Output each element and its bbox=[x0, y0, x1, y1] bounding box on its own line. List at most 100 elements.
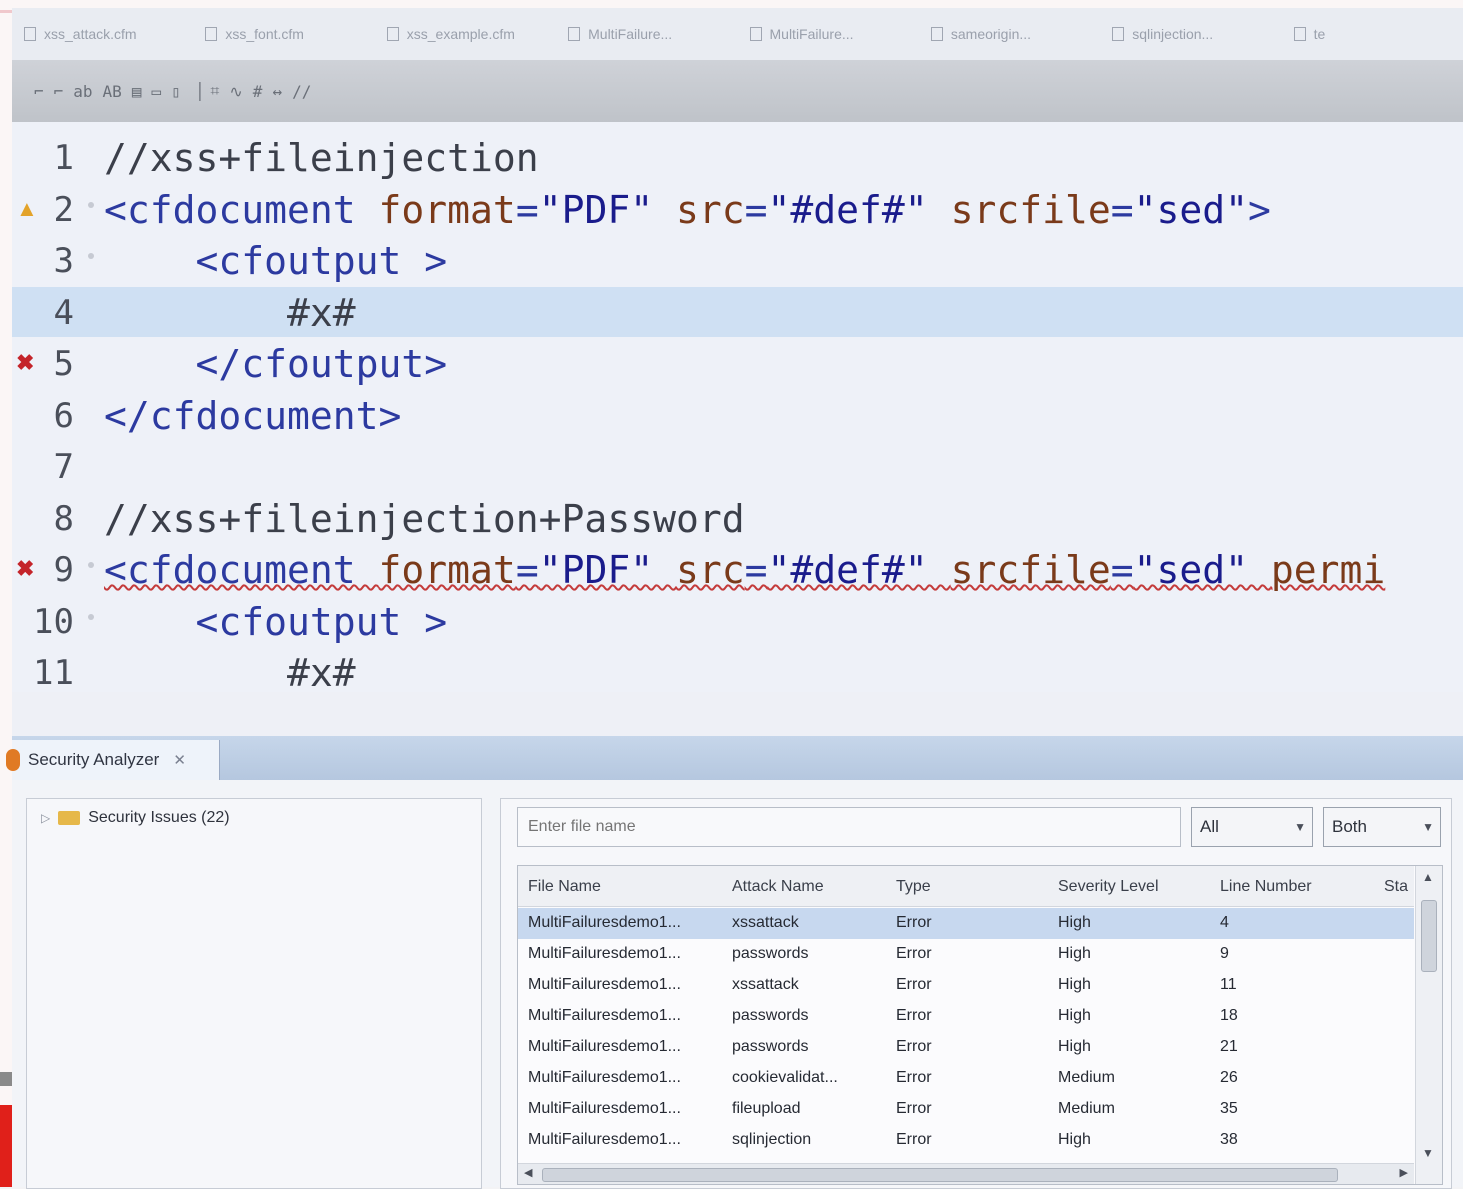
code-token: "#def#" bbox=[767, 548, 951, 592]
code-text: </cfoutput> bbox=[104, 342, 448, 386]
table-row[interactable]: MultiFailuresdemo1... xssattack Error High 1… bbox=[518, 970, 1414, 1001]
code-token: = bbox=[744, 187, 768, 232]
table-cell: Error bbox=[896, 1131, 932, 1148]
table-row[interactable]: MultiFailuresdemo1... fileupload Error Medi… bbox=[518, 1094, 1414, 1125]
table-horizontal-scrollbar[interactable]: ◀ ▶ bbox=[518, 1163, 1414, 1184]
code-editor[interactable]: 11 #x# 10 <cfoutput > ✖ 9 <cfdocument format… bbox=[12, 122, 1463, 692]
code-line[interactable]: 7 bbox=[12, 441, 1463, 491]
editor-tab[interactable]: MultiFailure... bbox=[556, 8, 737, 60]
code-text: #x# bbox=[104, 291, 356, 335]
tab-security-analyzer[interactable]: Security Analyzer ✕ bbox=[6, 740, 220, 780]
toolbar-button[interactable]: ▕ bbox=[191, 82, 201, 101]
table-cell: cookievalidat... bbox=[732, 1069, 838, 1086]
table-cell: 9 bbox=[1220, 945, 1229, 962]
scroll-right-icon[interactable]: ▶ bbox=[1400, 1166, 1408, 1179]
table-row[interactable]: MultiFailuresdemo1... passwords Error High 2… bbox=[518, 1032, 1414, 1063]
toolbar-button[interactable]: ⌐ bbox=[54, 82, 64, 101]
column-header[interactable]: Severity Level bbox=[1058, 878, 1159, 896]
code-token: src bbox=[676, 548, 745, 592]
fold-toggle-icon[interactable] bbox=[88, 613, 94, 620]
code-token: <cfdocument bbox=[104, 187, 379, 232]
table-cell: MultiFailuresdemo1... bbox=[528, 1100, 681, 1117]
table-cell: MultiFailuresdemo1... bbox=[528, 1069, 681, 1086]
column-header[interactable]: Line Number bbox=[1220, 878, 1312, 896]
toolbar-button[interactable]: // bbox=[292, 82, 311, 101]
expand-arrow-icon[interactable]: ▷ bbox=[41, 811, 50, 825]
editor-tab[interactable]: xss_font.cfm bbox=[193, 8, 374, 60]
editor-tab[interactable]: MultiFailure... bbox=[738, 8, 919, 60]
code-token: "sed" bbox=[1133, 187, 1248, 232]
table-cell: sqlinjection bbox=[732, 1131, 812, 1148]
table-vertical-scrollbar[interactable]: ▲ ▼ bbox=[1415, 866, 1442, 1184]
code-token: //xss+fileinjection bbox=[104, 136, 539, 180]
table-cell: 38 bbox=[1220, 1131, 1238, 1148]
toolbar-button[interactable]: ab bbox=[73, 82, 92, 101]
table-cell: Error bbox=[896, 1007, 932, 1024]
line-number: 5 bbox=[53, 344, 74, 384]
column-header[interactable]: Attack Name bbox=[732, 878, 824, 896]
column-header[interactable]: File Name bbox=[528, 878, 601, 896]
file-icon bbox=[1293, 27, 1306, 41]
tree-item-security-issues[interactable]: ▷ Security Issues (22) bbox=[41, 809, 230, 827]
toolbar-button[interactable]: ↔ bbox=[272, 82, 282, 101]
code-line[interactable]: 10 <cfoutput > bbox=[12, 596, 1463, 646]
toolbar-button[interactable]: ▭ bbox=[151, 82, 161, 101]
code-token: = bbox=[515, 187, 539, 232]
scroll-up-icon[interactable]: ▲ bbox=[1422, 870, 1434, 884]
editor-toolbar: ⌐ ⌐ ab AB ▤ ▭ ▯ ▕ ⌗ ∿ # ↔ // bbox=[12, 60, 1463, 122]
table-row[interactable]: MultiFailuresdemo1... passwords Error High 9 bbox=[518, 939, 1414, 970]
column-header[interactable]: Sta bbox=[1384, 878, 1408, 896]
table-row[interactable]: MultiFailuresdemo1... sqlinjection Error Hi… bbox=[518, 1125, 1414, 1156]
toolbar-button[interactable]: AB bbox=[103, 82, 122, 101]
fold-toggle-icon[interactable] bbox=[88, 253, 94, 259]
table-row[interactable]: MultiFailuresdemo1... cookievalidat... Err… bbox=[518, 1063, 1414, 1094]
close-icon[interactable]: ✕ bbox=[173, 751, 186, 769]
code-line[interactable]: ▲ 2 <cfdocument format="PDF" src="#def#" s… bbox=[12, 184, 1463, 234]
code-line[interactable]: ✖ 9 <cfdocument format="PDF" src="#def#" s… bbox=[12, 544, 1463, 594]
code-line[interactable]: 6 </cfdocument> bbox=[12, 390, 1463, 440]
code-token: "#def#" bbox=[767, 187, 951, 232]
toolbar-button[interactable]: # bbox=[253, 82, 263, 101]
editor-tab[interactable]: xss_example.cfm bbox=[375, 8, 556, 60]
scroll-down-icon[interactable]: ▼ bbox=[1422, 1146, 1434, 1160]
fold-toggle-icon[interactable] bbox=[88, 562, 94, 568]
issues-tree: ▷ Security Issues (22) bbox=[26, 798, 482, 1189]
table-scroll-thumb[interactable] bbox=[1421, 900, 1437, 972]
code-token: permi bbox=[1270, 548, 1386, 592]
code-line[interactable]: 8 //xss+fileinjection+Password bbox=[12, 493, 1463, 543]
table-cell: High bbox=[1058, 914, 1091, 931]
editor-tab[interactable]: sqlinjection... bbox=[1100, 8, 1281, 60]
file-name-filter-input[interactable] bbox=[517, 807, 1181, 847]
code-line[interactable]: ✖ 5 </cfoutput> bbox=[12, 338, 1463, 388]
editor-tab[interactable]: sameorigin... bbox=[919, 8, 1100, 60]
code-line[interactable]: 11 #x# bbox=[12, 647, 1463, 692]
table-hscroll-thumb[interactable] bbox=[542, 1168, 1338, 1182]
toolbar-button[interactable]: ⌐ bbox=[34, 82, 44, 101]
security-analyzer-icon bbox=[6, 749, 20, 771]
code-text: //xss+fileinjection bbox=[104, 136, 539, 180]
toolbar-button[interactable]: ⌗ bbox=[210, 81, 219, 101]
code-token: format bbox=[378, 548, 516, 592]
toolbar-button[interactable]: ▤ bbox=[132, 82, 142, 101]
line-number: 4 bbox=[53, 292, 74, 333]
code-line[interactable]: 4 #x# bbox=[12, 286, 1463, 337]
editor-tab[interactable]: xss_attack.cfm bbox=[12, 8, 193, 60]
code-token: srcfile bbox=[950, 548, 1111, 592]
table-row[interactable]: MultiFailuresdemo1... passwords Error High 1… bbox=[518, 1001, 1414, 1032]
code-token: <cfoutput > bbox=[104, 239, 448, 283]
toolbar-button[interactable]: ∿ bbox=[229, 82, 242, 101]
severity-select[interactable]: Both ▼ bbox=[1323, 807, 1441, 847]
table-row[interactable]: MultiFailuresdemo1... xssattack Error High 4 bbox=[518, 908, 1414, 939]
code-text: <cfoutput > bbox=[104, 600, 448, 644]
code-line[interactable]: 3 <cfoutput > bbox=[12, 235, 1463, 285]
code-line[interactable]: 1 //xss+fileinjection bbox=[12, 132, 1463, 182]
fold-toggle-icon[interactable] bbox=[88, 201, 94, 208]
line-number: 2 bbox=[53, 189, 74, 230]
issues-panel: All ▼ Both ▼ File Name Attack Name Type Sev… bbox=[500, 798, 1452, 1189]
editor-tab[interactable]: te bbox=[1282, 8, 1463, 60]
column-header[interactable]: Type bbox=[896, 878, 931, 896]
editor-tab-label: xss_example.cfm bbox=[406, 26, 515, 42]
scroll-left-icon[interactable]: ◀ bbox=[524, 1166, 532, 1179]
scope-select[interactable]: All ▼ bbox=[1191, 807, 1313, 847]
toolbar-button[interactable]: ▯ bbox=[171, 82, 181, 101]
